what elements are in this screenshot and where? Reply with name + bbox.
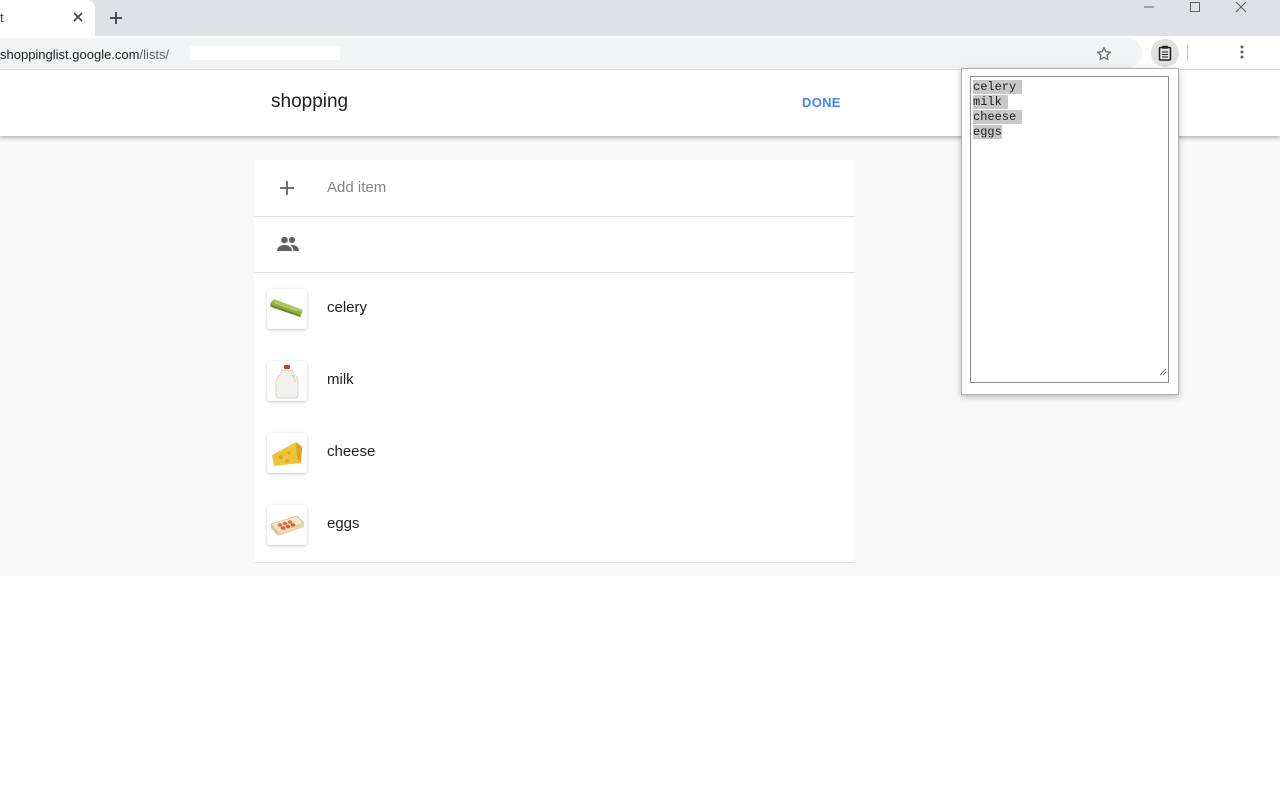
list-title[interactable]: shopping: [271, 91, 348, 113]
url-host: shoppinglist.google.com: [0, 47, 140, 62]
popup-line-text: milk: [973, 95, 1008, 109]
milk-jug-image: [275, 365, 299, 399]
tab-title: t: [0, 10, 4, 25]
address-bar[interactable]: shoppinglist.google.com/lists/: [0, 38, 1142, 68]
people-icon[interactable]: [276, 236, 300, 257]
url-path: /lists/: [139, 47, 170, 62]
resize-grip-icon[interactable]: [1158, 363, 1167, 381]
cheese-thumbnail: [267, 433, 307, 473]
list-item[interactable]: eggs: [255, 489, 855, 561]
close-window-icon[interactable]: [1218, 0, 1264, 16]
item-label: milk: [327, 371, 354, 388]
clipboard-extension-button[interactable]: [1151, 39, 1179, 67]
bookmark-star-icon[interactable]: [1096, 46, 1112, 67]
more-menu-icon[interactable]: [1234, 44, 1250, 65]
clipboard-popup: celery milk cheese eggs: [961, 68, 1179, 395]
url-text: shoppinglist.google.com/lists/: [0, 47, 169, 62]
celery-thumbnail: [267, 289, 307, 329]
milk-thumbnail: [267, 361, 307, 401]
popup-line: cheese: [973, 110, 1023, 125]
item-label: cheese: [327, 443, 376, 460]
toolbar-divider: [1187, 45, 1188, 61]
url-redacted-block: [190, 46, 340, 60]
tab-strip: t: [0, 0, 1280, 36]
popup-line: eggs: [973, 125, 1022, 140]
celery-image: [270, 299, 303, 317]
share-row[interactable]: [255, 217, 855, 273]
popup-text-lines: celery milk cheese eggs: [971, 80, 1023, 140]
popup-textarea[interactable]: celery milk cheese eggs: [970, 76, 1169, 383]
list-item[interactable]: celery: [255, 273, 855, 345]
maximize-window-icon[interactable]: [1172, 0, 1218, 16]
popup-line: milk: [973, 95, 1022, 110]
minimize-window-icon[interactable]: [1126, 0, 1172, 16]
popup-line-text: cheese: [973, 110, 1023, 124]
cheese-wedge-image: [272, 442, 302, 466]
add-item-row[interactable]: Add item: [255, 160, 855, 217]
done-button[interactable]: DONE: [802, 95, 841, 110]
new-tab-icon[interactable]: [107, 9, 125, 27]
popup-line: celery: [973, 80, 1023, 95]
item-label: eggs: [327, 515, 360, 532]
popup-line-text: celery: [973, 80, 1023, 94]
plus-icon: [279, 180, 295, 201]
add-item-input[interactable]: Add item: [327, 179, 386, 196]
egg-carton-image: [270, 515, 305, 536]
list-item[interactable]: cheese: [255, 417, 855, 489]
browser-toolbar: shoppinglist.google.com/lists/: [0, 36, 1280, 70]
close-tab-icon[interactable]: [70, 9, 86, 25]
browser-tab[interactable]: t: [0, 0, 95, 36]
item-label: celery: [327, 299, 368, 316]
eggs-thumbnail: [267, 505, 307, 545]
shopping-list-card: Add item celery milk cheese eggs: [255, 160, 855, 563]
list-item[interactable]: milk: [255, 345, 855, 417]
popup-line-text: eggs: [973, 125, 1002, 139]
